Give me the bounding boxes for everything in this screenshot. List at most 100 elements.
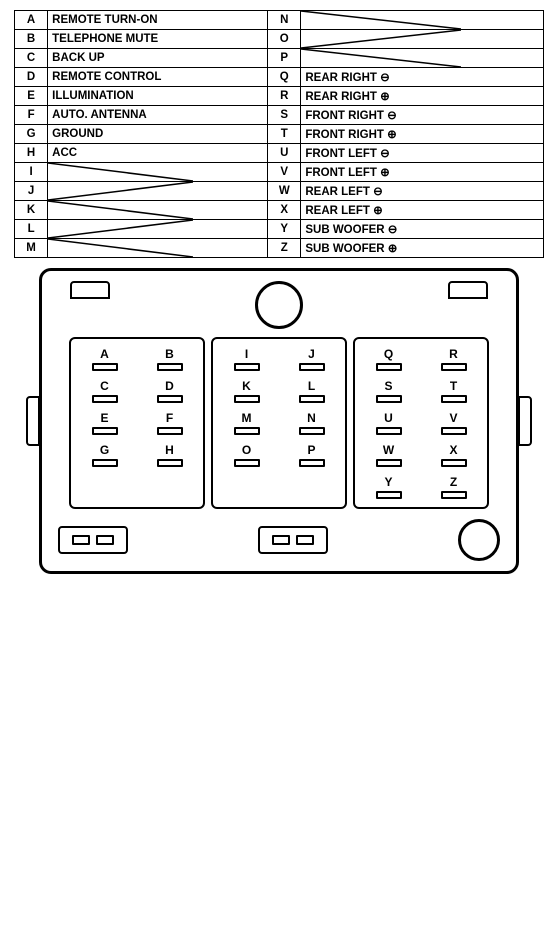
right-pin-grid: Q R S T U <box>361 347 481 499</box>
right-label-cell: SUB WOOFER ⊕ <box>301 239 544 258</box>
left-letter-cell: M <box>15 239 48 258</box>
right-label-cell <box>301 11 544 30</box>
pin-I: I <box>219 347 274 371</box>
pin-J: J <box>284 347 339 371</box>
left-letter-cell: C <box>15 49 48 68</box>
pin-L: L <box>284 379 339 403</box>
bottom-connector-left <box>58 526 128 554</box>
pin-F: F <box>142 411 197 435</box>
right-label-cell: FRONT RIGHT ⊕ <box>301 125 544 144</box>
pin-N: N <box>284 411 339 435</box>
side-tab-left <box>26 396 40 446</box>
pin-B: B <box>142 347 197 371</box>
table-row: M ZSUB WOOFER ⊕ <box>15 239 544 258</box>
table-row: DREMOTE CONTROLQREAR RIGHT ⊖ <box>15 68 544 87</box>
left-label-cell: ILLUMINATION <box>48 87 268 106</box>
table-row: GGROUNDTFRONT RIGHT ⊕ <box>15 125 544 144</box>
left-letter-cell: H <box>15 144 48 163</box>
mid-connector-block: I J K L M <box>211 337 347 509</box>
table-row: IVFRONT LEFT ⊕ <box>15 163 544 182</box>
pin-S: S <box>361 379 416 403</box>
table-row: HACCUFRONT LEFT ⊖ <box>15 144 544 163</box>
top-notch-right <box>448 281 488 299</box>
pin-D: D <box>142 379 197 403</box>
table-row: AREMOTE TURN-ONN <box>15 11 544 30</box>
connector-diagram: A B C D E <box>14 268 544 574</box>
left-label-cell: BACK UP <box>48 49 268 68</box>
table-row: EILLUMINATIONRREAR RIGHT ⊕ <box>15 87 544 106</box>
right-label-cell: FRONT LEFT ⊖ <box>301 144 544 163</box>
table-row: FAUTO. ANTENNASFRONT RIGHT ⊖ <box>15 106 544 125</box>
right-letter-cell: X <box>268 201 301 220</box>
bottom-connector-right <box>258 526 328 554</box>
left-label-cell <box>48 163 268 182</box>
left-letter-cell: B <box>15 30 48 49</box>
left-label-cell <box>48 220 268 239</box>
left-label-cell: AUTO. ANTENNA <box>48 106 268 125</box>
right-label-cell: FRONT LEFT ⊕ <box>301 163 544 182</box>
wiring-table: AREMOTE TURN-ONNBTELEPHONE MUTEOCBACK UP… <box>14 10 544 258</box>
pin-U: U <box>361 411 416 435</box>
left-label-cell: TELEPHONE MUTE <box>48 30 268 49</box>
left-letter-cell: I <box>15 163 48 182</box>
right-letter-cell: Z <box>268 239 301 258</box>
mid-pin-grid: I J K L M <box>219 347 339 467</box>
pin-H: H <box>142 443 197 467</box>
left-letter-cell: E <box>15 87 48 106</box>
left-label-cell: REMOTE TURN-ON <box>48 11 268 30</box>
table-row: J WREAR LEFT ⊖ <box>15 182 544 201</box>
left-label-cell: ACC <box>48 144 268 163</box>
pin-T: T <box>426 379 481 403</box>
pin-P: P <box>284 443 339 467</box>
left-label-cell <box>48 182 268 201</box>
right-letter-cell: W <box>268 182 301 201</box>
left-letter-cell: D <box>15 68 48 87</box>
top-circle <box>255 281 303 329</box>
left-letter-cell: G <box>15 125 48 144</box>
right-label-cell <box>301 30 544 49</box>
pin-Y: Y <box>361 475 416 499</box>
right-letter-cell: N <box>268 11 301 30</box>
right-letter-cell: Y <box>268 220 301 239</box>
pin-Z: Z <box>426 475 481 499</box>
left-connector-block: A B C D E <box>69 337 205 509</box>
pin-X: X <box>426 443 481 467</box>
left-letter-cell: K <box>15 201 48 220</box>
pin-R: R <box>426 347 481 371</box>
right-letter-cell: T <box>268 125 301 144</box>
pin-Q: Q <box>361 347 416 371</box>
left-letter-cell: J <box>15 182 48 201</box>
right-label-cell: SUB WOOFER ⊖ <box>301 220 544 239</box>
right-letter-cell: U <box>268 144 301 163</box>
table-row: LYSUB WOOFER ⊖ <box>15 220 544 239</box>
right-label-cell <box>301 49 544 68</box>
right-label-cell: REAR LEFT ⊖ <box>301 182 544 201</box>
left-label-cell: GROUND <box>48 125 268 144</box>
right-label-cell: REAR RIGHT ⊕ <box>301 87 544 106</box>
right-letter-cell: O <box>268 30 301 49</box>
bottom-circle <box>458 519 500 561</box>
right-connector-block: Q R S T U <box>353 337 489 509</box>
left-label-cell <box>48 201 268 220</box>
left-label-cell <box>48 239 268 258</box>
pin-C: C <box>77 379 132 403</box>
right-letter-cell: P <box>268 49 301 68</box>
left-letter-cell: F <box>15 106 48 125</box>
right-letter-cell: R <box>268 87 301 106</box>
pin-A: A <box>77 347 132 371</box>
right-label-cell: REAR LEFT ⊕ <box>301 201 544 220</box>
table-row: K XREAR LEFT ⊕ <box>15 201 544 220</box>
side-tab-right <box>518 396 532 446</box>
pin-W: W <box>361 443 416 467</box>
pin-E: E <box>77 411 132 435</box>
connector-row: A B C D E <box>50 337 508 509</box>
top-notch-left <box>70 281 110 299</box>
left-letter-cell: A <box>15 11 48 30</box>
right-label-cell: REAR RIGHT ⊖ <box>301 68 544 87</box>
pin-G: G <box>77 443 132 467</box>
pin-M: M <box>219 411 274 435</box>
table-row: CBACK UPP <box>15 49 544 68</box>
table-row: BTELEPHONE MUTEO <box>15 30 544 49</box>
right-label-cell: FRONT RIGHT ⊖ <box>301 106 544 125</box>
right-letter-cell: Q <box>268 68 301 87</box>
